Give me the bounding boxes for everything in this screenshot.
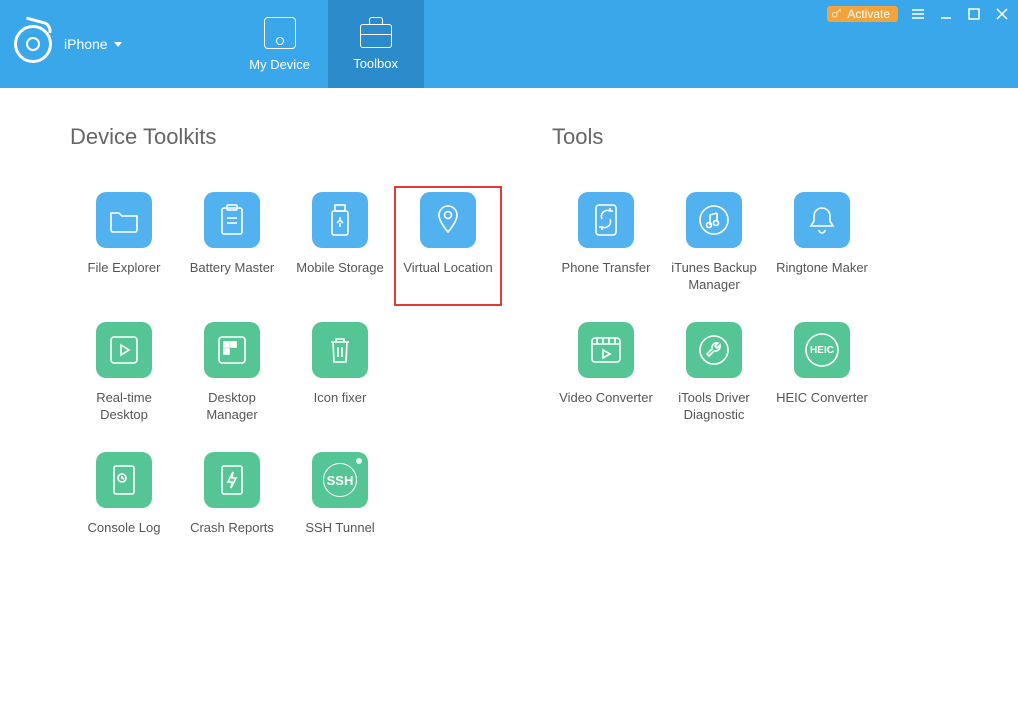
item-label: Phone Transfer	[562, 260, 651, 277]
document-clock-icon	[96, 452, 152, 508]
item-label: Ringtone Maker	[776, 260, 868, 277]
ssh-icon: SSH	[312, 452, 368, 508]
item-label: File Explorer	[88, 260, 161, 277]
chevron-down-icon	[114, 42, 122, 47]
activate-label: Activate	[847, 7, 890, 21]
item-label: Battery Master	[190, 260, 275, 277]
item-virtual-location[interactable]: Virtual Location	[394, 186, 502, 306]
tab-toolbox[interactable]: Toolbox	[328, 0, 424, 88]
tools-section: Tools Phone Transfer iTunes Backup Manag…	[552, 124, 876, 566]
item-ssh-tunnel[interactable]: SSH SSH Tunnel	[286, 446, 394, 566]
heic-text: HEIC	[810, 345, 834, 356]
location-pin-icon	[420, 192, 476, 248]
item-crash-reports[interactable]: Crash Reports	[178, 446, 286, 566]
apps-grid-icon	[204, 322, 260, 378]
main-content: Device Toolkits File Explorer Battery Ma…	[0, 88, 1018, 566]
section-title-device-toolkits: Device Toolkits	[70, 124, 502, 150]
menu-button[interactable]	[910, 6, 926, 22]
header-tabs: My Device Toolbox	[232, 0, 424, 88]
item-label: HEIC Converter	[776, 390, 868, 407]
item-phone-transfer[interactable]: Phone Transfer	[552, 186, 660, 306]
activate-button[interactable]: Activate	[827, 6, 898, 22]
item-file-explorer[interactable]: File Explorer	[70, 186, 178, 306]
phone-sync-icon	[578, 192, 634, 248]
close-button[interactable]	[994, 6, 1010, 22]
minimize-button[interactable]	[938, 6, 954, 22]
wrench-icon	[686, 322, 742, 378]
maximize-button[interactable]	[966, 6, 982, 22]
device-selector[interactable]: iPhone	[64, 36, 122, 52]
item-console-log[interactable]: Console Log	[70, 446, 178, 566]
trash-icon	[312, 322, 368, 378]
device-toolkits-grid: File Explorer Battery Master Mobile Stor…	[70, 186, 502, 566]
item-video-converter[interactable]: Video Converter	[552, 316, 660, 436]
item-label: SSH Tunnel	[305, 520, 374, 537]
section-title-tools: Tools	[552, 124, 876, 150]
app-header: iPhone My Device Toolbox Activate	[0, 0, 1018, 88]
brand: iPhone	[0, 0, 122, 88]
document-bolt-icon	[204, 452, 260, 508]
item-heic-converter[interactable]: HEIC HEIC Converter	[768, 316, 876, 436]
item-label: Mobile Storage	[296, 260, 383, 277]
heic-badge-icon: HEIC	[794, 322, 850, 378]
film-icon	[578, 322, 634, 378]
usb-icon	[312, 192, 368, 248]
item-battery-master[interactable]: Battery Master	[178, 186, 286, 306]
tools-grid: Phone Transfer iTunes Backup Manager Rin…	[552, 186, 876, 436]
item-label: Console Log	[88, 520, 161, 537]
key-icon	[831, 8, 843, 20]
clipboard-icon	[204, 192, 260, 248]
item-desktop-manager[interactable]: Desktop Manager	[178, 316, 286, 436]
item-realtime-desktop[interactable]: Real-time Desktop	[70, 316, 178, 436]
device-toolkits-section: Device Toolkits File Explorer Battery Ma…	[70, 124, 502, 566]
window-controls: Activate	[827, 6, 1010, 22]
tab-label: Toolbox	[353, 56, 398, 71]
item-label: iTools Driver Diagnostic	[664, 390, 764, 424]
item-label: Virtual Location	[403, 260, 492, 277]
folder-icon	[96, 192, 152, 248]
play-icon	[96, 322, 152, 378]
tab-my-device[interactable]: My Device	[232, 0, 328, 88]
device-label: iPhone	[64, 36, 108, 52]
item-icon-fixer[interactable]: Icon fixer	[286, 316, 394, 436]
item-ringtone-maker[interactable]: Ringtone Maker	[768, 186, 876, 306]
item-label: Desktop Manager	[182, 390, 282, 424]
item-label: Real-time Desktop	[74, 390, 174, 424]
music-note-icon	[686, 192, 742, 248]
item-label: Crash Reports	[190, 520, 274, 537]
item-itunes-backup[interactable]: iTunes Backup Manager	[660, 186, 768, 306]
status-dot-icon	[356, 458, 362, 464]
item-driver-diagnostic[interactable]: iTools Driver Diagnostic	[660, 316, 768, 436]
item-label: iTunes Backup Manager	[664, 260, 764, 294]
app-logo-icon	[14, 25, 52, 63]
item-mobile-storage[interactable]: Mobile Storage	[286, 186, 394, 306]
bell-icon	[794, 192, 850, 248]
item-label: Video Converter	[559, 390, 653, 407]
tablet-icon	[264, 17, 296, 49]
tab-label: My Device	[249, 57, 310, 72]
item-label: Icon fixer	[314, 390, 367, 407]
toolbox-icon	[360, 24, 392, 48]
